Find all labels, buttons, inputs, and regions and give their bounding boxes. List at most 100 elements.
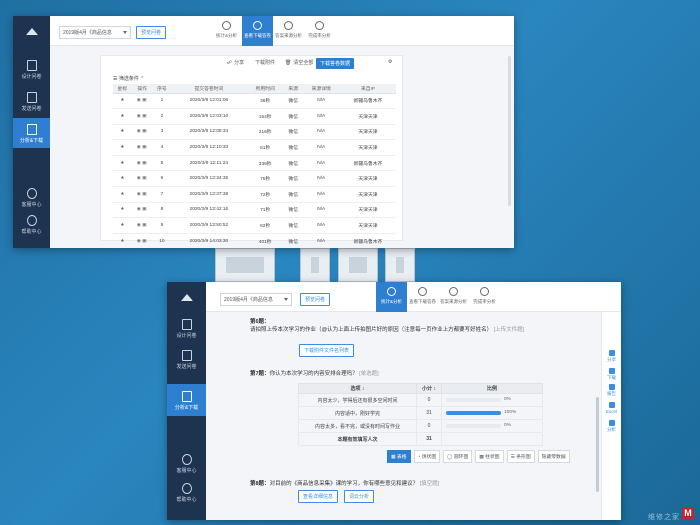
sort-icon[interactable]: ↕ [362,386,365,392]
star-icon[interactable]: ★ [113,139,132,156]
delete-icon[interactable]: ▣ [142,114,148,119]
chevron-up-icon: ⌃ [140,76,145,82]
filter-icon: ☰ [113,76,118,82]
sort-icon[interactable]: ↕ [433,386,436,392]
clear-all-button[interactable]: 🗑 清空全部 [285,59,313,67]
check-circle-icon [480,287,489,296]
row-actions[interactable]: ◉▣ [131,93,153,110]
delete-icon[interactable]: ▣ [142,239,148,244]
star-icon[interactable]: ★ [113,108,132,125]
settings-icon[interactable]: ⚙ [388,59,392,65]
download-icon [253,21,262,30]
table-row: ★ ◉▣ 8 2020/3/9 13:42:16 71秒 微信 N/A 天津天津 [113,202,396,219]
chart-type-buttons: ▦ 表格 ◔ 饼状图 ◯ 圆环图 ▩ 柱状图 ☰ 条形图 隐藏零数据 [387,450,570,463]
sidebar-item-service[interactable]: 客服中心 [13,188,50,208]
hide-zero-button[interactable]: 隐藏零数据 [537,450,570,463]
share-button[interactable]: 分享 [602,350,621,363]
analysis-icon [181,391,192,402]
delete-icon[interactable]: ▣ [142,129,148,134]
share-button[interactable]: ☍ 分享 [227,59,244,67]
pie-icon: ◔ [417,455,421,460]
responses-table: 星标 操作 序号 提交答卷时间 所用时间 来源 来源详情 来自IP ★ ◉▣ 1 20… [113,84,396,248]
scrollbar[interactable] [596,397,599,492]
sidebar-item-analysis[interactable]: 分析&下载 [167,384,206,416]
star-icon[interactable]: ★ [113,186,132,203]
row-actions[interactable]: ◉▣ [131,139,153,156]
tab-completion-analysis[interactable]: 完成率分析 [469,282,500,312]
ratio-bar [446,410,501,415]
sidebar-item-analysis[interactable]: 分析&下载 [13,118,50,148]
edit-document-icon [181,319,192,330]
report-button[interactable]: 报告 [602,384,621,397]
delete-icon[interactable]: ▣ [142,161,148,166]
sidebar-item-design[interactable]: 设计问卷 [13,60,50,80]
row-actions[interactable]: ◉▣ [131,108,153,125]
row-actions[interactable]: ◉▣ [131,217,153,234]
watermark-text: 维修之家 [648,514,680,521]
tab-source-analysis[interactable]: 答案来源分析 [438,282,469,312]
sidebar-item-send[interactable]: 发送问卷 [13,92,50,112]
delete-icon[interactable]: ▣ [142,145,148,150]
scrollbar[interactable] [508,56,511,206]
headset-icon [26,188,37,199]
share-icon [608,350,615,356]
bar-chart-button[interactable]: ▩ 柱状图 [475,450,504,463]
sidebar-item-design[interactable]: 设计问卷 [167,319,206,339]
delete-icon[interactable]: ▣ [142,207,148,212]
tab-completion-analysis[interactable]: 完成率分析 [304,16,335,46]
analysis-button[interactable]: 分析 [602,420,621,433]
survey-select[interactable]: 2019版4月《商品信息 [220,293,292,306]
tab-download-responses[interactable]: 查看下载答卷 [407,282,438,312]
tab-statistics[interactable]: 统计&分析 [376,282,407,312]
sidebar-item-home[interactable] [13,28,50,37]
download-attachment-button[interactable]: 下载附件 [255,59,275,66]
view-details-button[interactable]: 查看详细信息 [298,490,339,503]
table-row: ★ ◉▣ 6 2020/3/9 13:34:36 75秒 微信 N/A 天津天津 [113,170,396,188]
sidebar-item-help[interactable]: 帮助中心 [167,483,206,503]
star-icon[interactable]: ★ [113,217,132,234]
donut-chart-button[interactable]: ◯ 圆环图 [443,450,473,463]
chart-pie-icon [222,21,231,30]
star-icon[interactable]: ★ [113,124,132,141]
row-actions[interactable]: ◉▣ [131,155,153,172]
tab-source-analysis[interactable]: 答案来源分析 [273,16,304,46]
preview-button[interactable]: 预览问卷 [136,26,167,39]
survey-select[interactable]: 2019版4月《商品信息 [59,26,131,39]
row-actions[interactable]: ◉▣ [131,186,153,203]
download-button[interactable]: 下载 [602,368,621,381]
tab-download-responses[interactable]: 查看下载答卷 [242,16,273,46]
delete-icon[interactable]: ▣ [142,98,148,103]
delete-icon[interactable]: ▣ [142,192,148,197]
column-header: 来源 [283,84,303,94]
row-actions[interactable]: ◉▣ [131,233,153,248]
table-row: ★ ◉▣ 3 2020/3/9 12:08:34 216秒 微信 N/A 天津天津 [113,124,396,141]
download-file-list-button[interactable]: 下载附件文件名列表 [299,344,355,357]
chevron-down-icon [284,298,288,301]
sidebar-item-help[interactable]: 帮助中心 [13,215,50,235]
bar-chart-icon: ▩ [479,455,484,460]
background-block [338,248,378,282]
sidebar-item-send[interactable]: 发送问卷 [167,350,206,370]
preview-button[interactable]: 预览问卷 [300,293,331,306]
star-icon[interactable]: ★ [113,93,132,110]
star-icon[interactable]: ★ [113,202,132,219]
tab-statistics[interactable]: 统计&分析 [211,16,242,46]
excel-button[interactable]: Excel [602,402,621,414]
filter-toggle[interactable]: ☰ 筛选条件 ⌃ [113,75,144,82]
pie-chart-button[interactable]: ◔ 饼状图 [413,450,441,463]
row-actions[interactable]: ◉▣ [131,202,153,219]
star-icon[interactable]: ★ [113,170,132,188]
sidebar-item-home[interactable] [167,294,206,303]
table-view-button[interactable]: ▦ 表格 [387,450,411,463]
delete-icon[interactable]: ▣ [142,223,148,228]
row-actions[interactable]: ◉▣ [131,124,153,141]
star-icon[interactable]: ★ [113,155,132,172]
delete-icon[interactable]: ▣ [142,176,148,181]
download-data-button[interactable]: 下载答卷数据 [316,58,355,69]
row-actions[interactable]: ◉▣ [131,170,153,188]
sidebar-item-service[interactable]: 客服中心 [167,454,206,474]
star-icon[interactable]: ★ [113,233,132,248]
horizontal-bar-button[interactable]: ☰ 条形图 [506,450,535,463]
word-cloud-button[interactable]: 词云分析 [344,490,375,503]
help-icon [181,483,192,494]
